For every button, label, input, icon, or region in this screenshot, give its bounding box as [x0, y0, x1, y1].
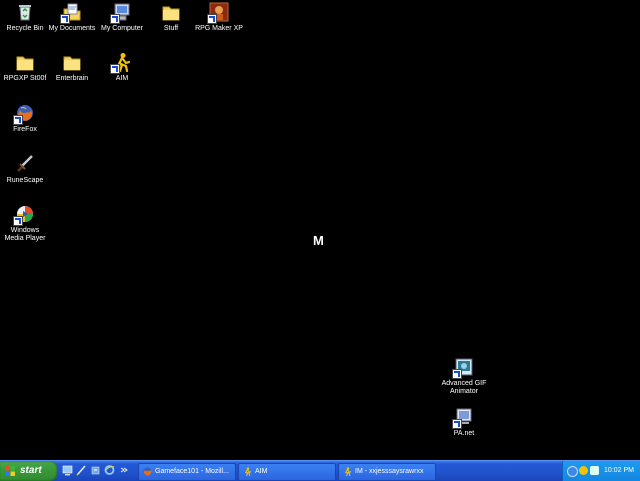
shortcut-arrow-icon — [110, 64, 120, 74]
ie-icon[interactable] — [104, 464, 115, 476]
desktop-icon-label: Stuff — [163, 25, 179, 32]
folder-icon — [15, 52, 35, 72]
shortcut-arrow-icon — [452, 419, 462, 429]
desktop-icon-rpg-maker-xp[interactable]: RPG Maker XP — [195, 2, 243, 33]
desktop-icon-my-computer[interactable]: My Computer — [98, 2, 146, 33]
volume-icon[interactable] — [590, 466, 599, 475]
desktop-icon-rpgxp-st00f[interactable]: RPGXP St00f — [1, 52, 49, 83]
desktop-icon[interactable] — [62, 464, 73, 476]
shortcut-arrow-icon — [207, 14, 217, 24]
taskbar: start Gameface101 - Mozill... AIM IM - x… — [0, 460, 640, 481]
aim-tray-icon[interactable] — [579, 466, 588, 475]
my-documents-icon — [60, 2, 82, 24]
desktop-icon-windows-media-player[interactable]: Windows Media Player — [1, 204, 49, 243]
desktop-icon-stuff[interactable]: Stuff — [147, 2, 195, 33]
desktop-icon-label: AIM — [115, 75, 129, 82]
desktop-icon-enterbrain[interactable]: Enterbrain — [48, 52, 96, 83]
start-label: start — [20, 465, 42, 476]
desktop-icon-aim[interactable]: AIM — [98, 52, 146, 83]
desktop-icon-label: My Computer — [100, 25, 143, 32]
desktop-icon-label: Windows Media Player — [4, 227, 46, 242]
taskbar-button-label: IM - xxjesssaysrawrxx — [355, 468, 424, 475]
taskbar-button-aim[interactable]: AIM — [238, 463, 336, 481]
recycle-bin-icon — [15, 2, 35, 22]
taskbar-button-label: Gameface101 - Mozill... — [155, 468, 229, 475]
tool-icon[interactable] — [90, 464, 101, 476]
desktop-icon-label: Advanced GIF Animator — [441, 380, 487, 395]
firefox-icon — [13, 103, 35, 125]
rpg-maker-icon — [207, 2, 229, 24]
desktop-icon-label: FireFox — [13, 126, 37, 133]
shortcut-arrow-icon — [110, 14, 120, 24]
gif-animator-icon — [452, 357, 474, 379]
clock[interactable]: 10:02 PM — [604, 461, 634, 481]
desktop-icon-my-documents[interactable]: My Documents — [48, 2, 96, 33]
expand-arrow-icon[interactable] — [118, 464, 129, 476]
desktop-icon-runescape[interactable]: RuneScape — [1, 154, 49, 185]
taskbar-button-im[interactable]: IM - xxjesssaysrawrxx — [338, 463, 436, 481]
desktop-icon-pa-net[interactable]: PA.net — [439, 407, 489, 438]
shortcut-arrow-icon — [452, 369, 462, 379]
aim-icon — [110, 52, 132, 74]
firefox-icon — [143, 467, 152, 476]
shortcut-arrow-icon — [60, 14, 70, 24]
desktop-icon-label: RuneScape — [6, 177, 44, 184]
desktop-icon-firefox[interactable]: FireFox — [1, 103, 49, 134]
taskbar-button-label: AIM — [255, 468, 268, 475]
taskbar-button-firefox[interactable]: Gameface101 - Mozill... — [138, 463, 236, 481]
desktop-icon-label: Enterbrain — [55, 75, 89, 82]
pa-net-icon — [452, 407, 474, 429]
desktop-icon-label: Recycle Bin — [6, 25, 44, 32]
pen-icon[interactable] — [76, 464, 87, 476]
shortcut-arrow-icon — [13, 216, 23, 226]
desktop-icon-advanced-gif-animator[interactable]: Advanced GIF Animator — [439, 357, 489, 396]
network-icon[interactable] — [567, 466, 578, 477]
folder-icon — [62, 52, 82, 72]
system-tray: 10:02 PM — [562, 461, 640, 481]
my-computer-icon — [110, 2, 132, 24]
shortcut-arrow-icon — [13, 115, 23, 125]
start-button[interactable]: start — [0, 461, 58, 481]
aim-icon — [244, 467, 252, 476]
sword-icon — [15, 154, 35, 174]
desktop-icon-label: RPGXP St00f — [3, 75, 47, 82]
desktop-icon-label: PA.net — [453, 430, 475, 437]
desktop-icon-recycle-bin[interactable]: Recycle Bin — [1, 2, 49, 33]
windows-flag-icon — [5, 466, 15, 476]
quick-launch — [62, 464, 132, 478]
folder-icon — [161, 2, 181, 22]
media-player-icon — [13, 204, 35, 226]
mouse-cursor: M — [313, 233, 324, 248]
desktop-icon-label: RPG Maker XP — [195, 25, 243, 32]
desktop-icon-label: My Documents — [48, 25, 96, 32]
aim-icon — [344, 467, 352, 476]
